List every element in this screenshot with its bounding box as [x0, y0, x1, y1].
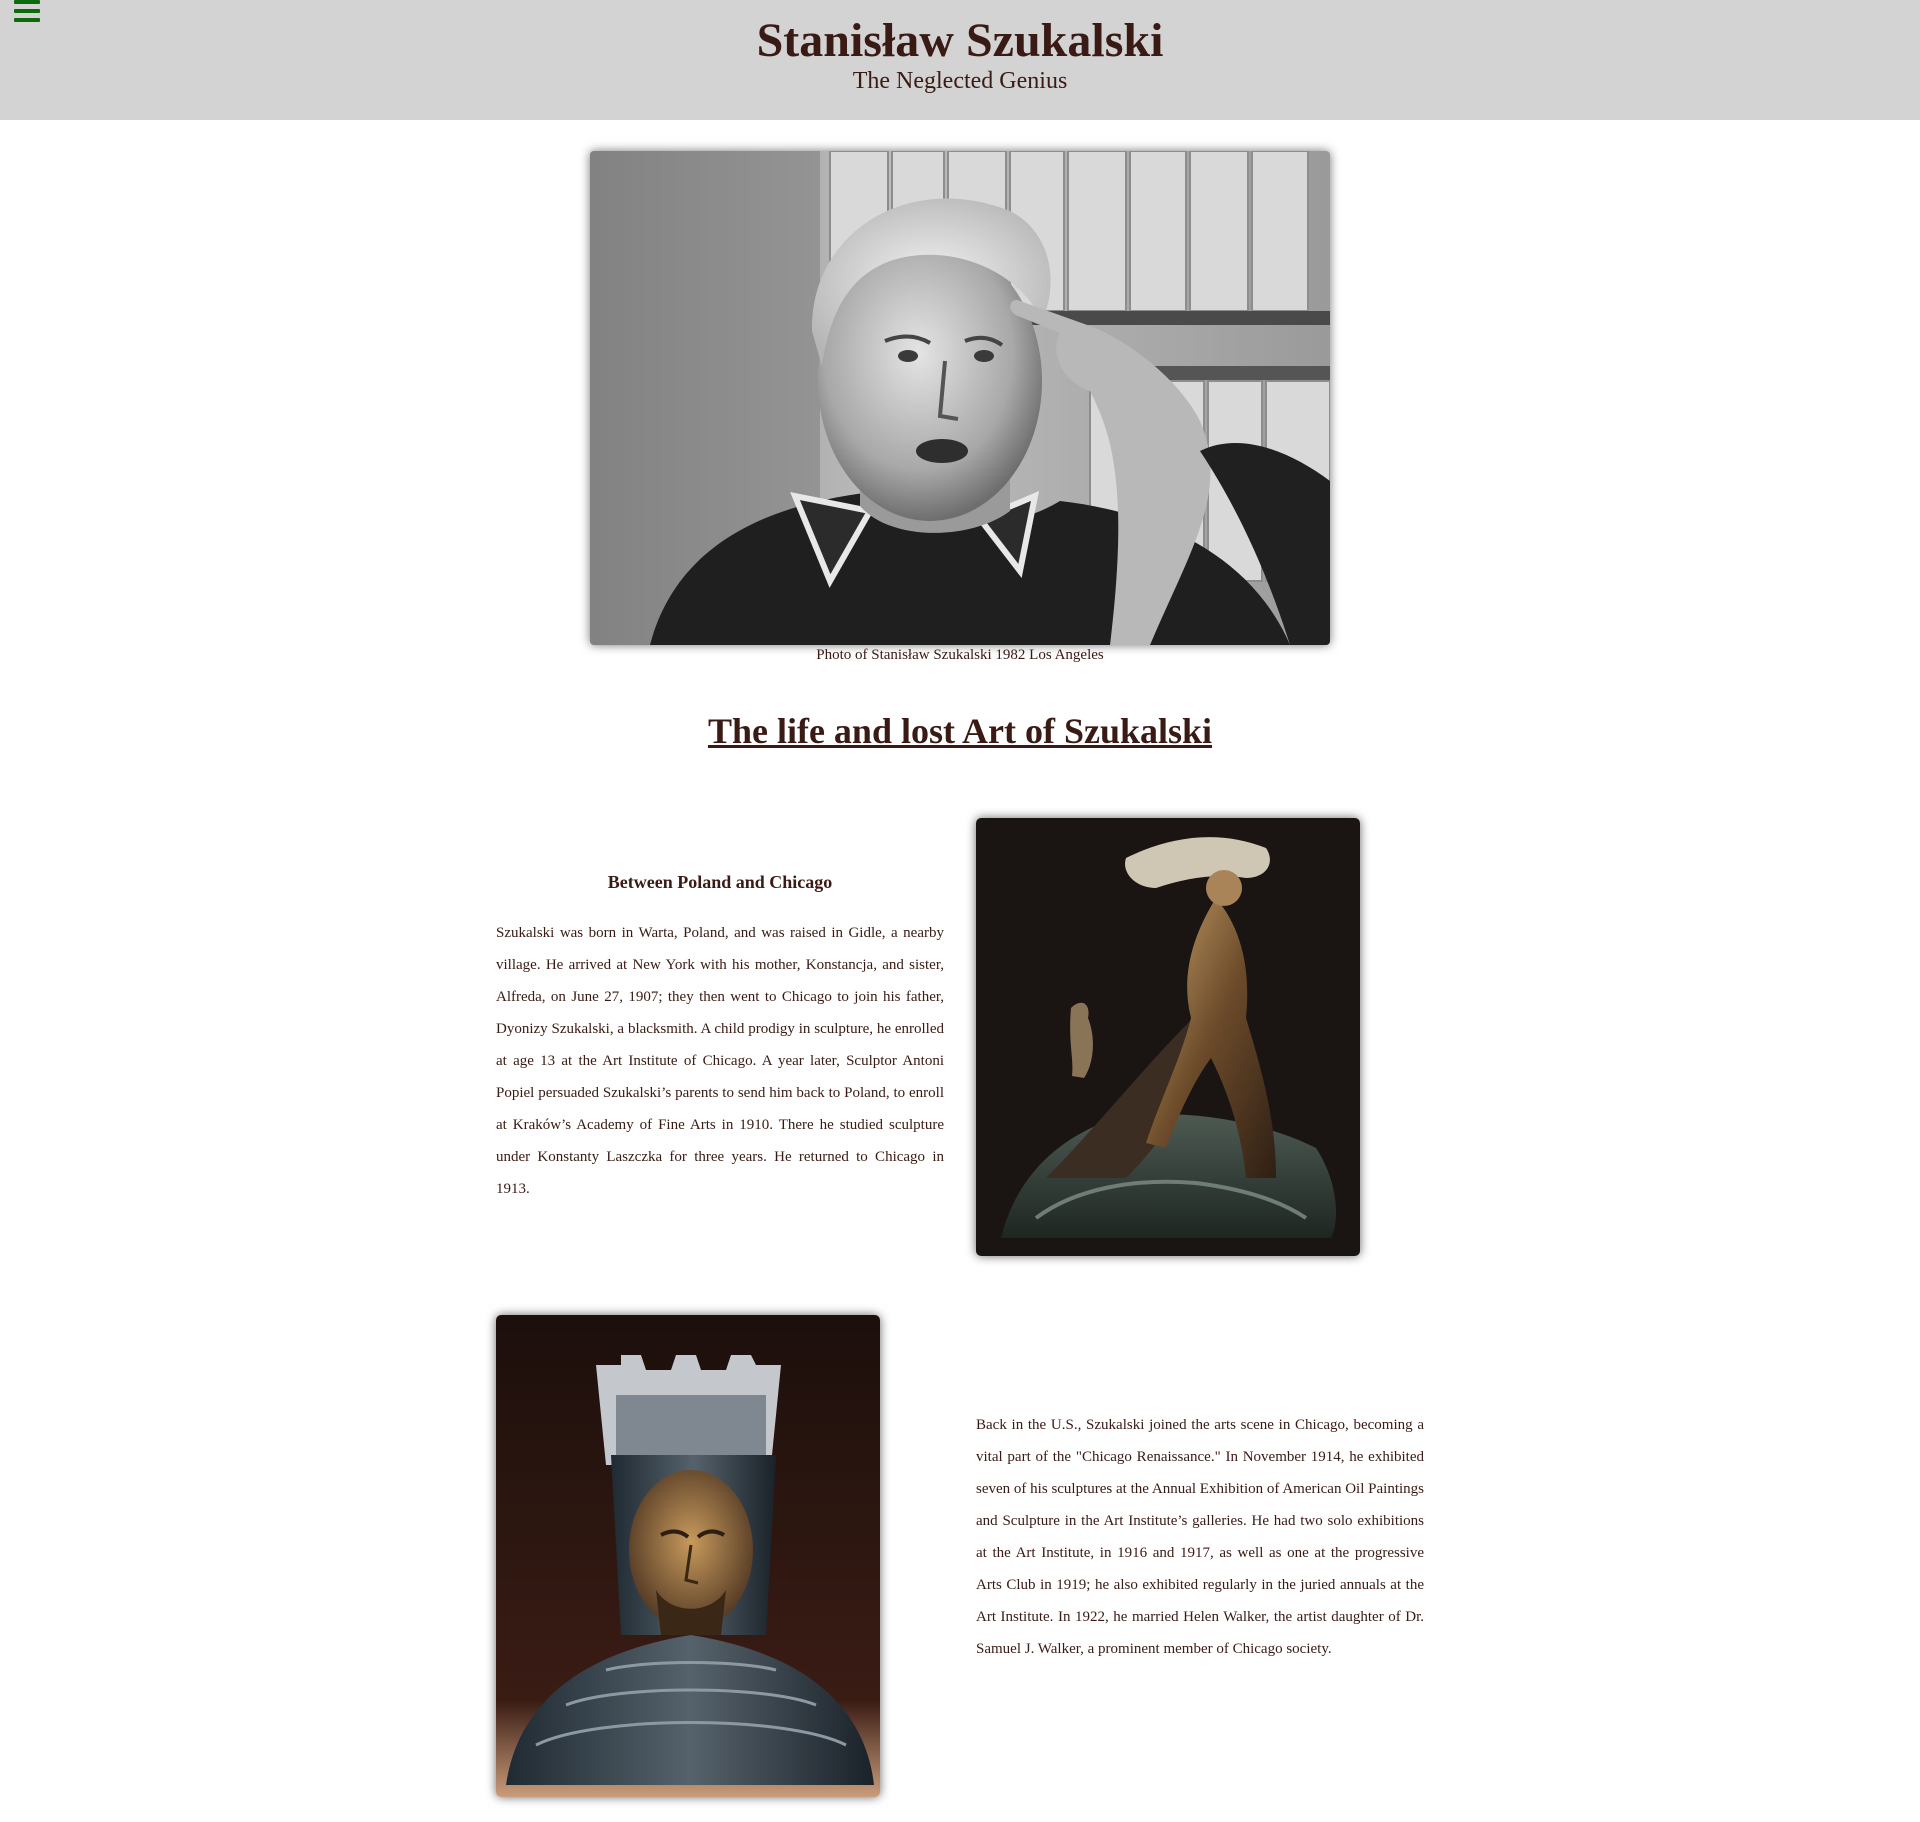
sculpture-image-bust	[496, 1315, 880, 1797]
sculpture-image-figure	[976, 818, 1360, 1256]
section-heading: The life and lost Art of Szukalski	[707, 711, 1213, 751]
site-title: Stanisław Szukalski	[756, 14, 1164, 67]
hero-portrait-photo	[590, 151, 1330, 645]
biography-paragraph-2: Back in the U.S., Szukalski joined the a…	[976, 1417, 1424, 1657]
site-header: Stanisław Szukalski The Neglected Genius	[0, 0, 1920, 120]
biography-paragraph-1: Szukalski was born in Warta, Poland, and…	[496, 925, 944, 1197]
subheading-between-poland-and-chicago: Between Poland and Chicago	[607, 872, 833, 892]
site-subtitle: The Neglected Genius	[852, 68, 1068, 94]
photo-caption: Photo of Stanisław Szukalski 1982 Los An…	[816, 647, 1104, 663]
